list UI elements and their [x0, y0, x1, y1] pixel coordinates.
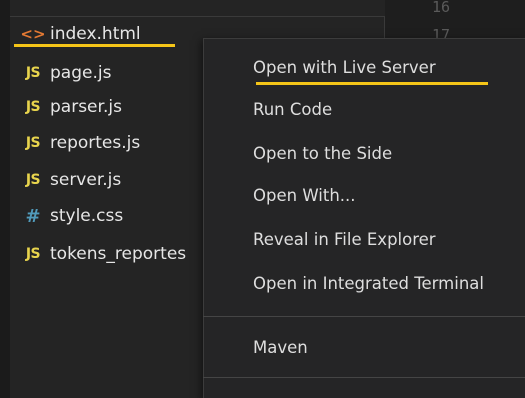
js-icon: JS [25, 135, 41, 151]
hash-icon: # [25, 205, 41, 227]
highlight-underline [14, 44, 175, 47]
menu-item-open-to-side[interactable]: Open to the Side [253, 144, 392, 163]
file-name: server.js [50, 170, 122, 190]
js-icon: JS [25, 246, 41, 262]
file-name: tokens_reportes [50, 244, 187, 264]
html-icon: <> [20, 25, 46, 43]
file-item-tokens-reportes[interactable]: JS tokens_reportes [10, 236, 210, 272]
menu-item-run-code[interactable]: Run Code [253, 100, 332, 119]
menu-item-reveal-in-explorer[interactable]: Reveal in File Explorer [253, 230, 436, 249]
file-name: page.js [50, 63, 112, 83]
menu-item-open-with[interactable]: Open With... [253, 186, 356, 205]
file-item-page-js[interactable]: JS page.js [10, 55, 210, 91]
file-item-server-js[interactable]: JS server.js [10, 162, 210, 198]
file-name: parser.js [50, 97, 122, 117]
context-menu [203, 38, 525, 398]
menu-item-maven[interactable]: Maven [253, 338, 308, 357]
file-item-style-css[interactable]: # style.css [10, 198, 210, 234]
file-name: index.html [50, 24, 141, 44]
file-item-parser-js[interactable]: JS parser.js [10, 89, 210, 125]
menu-item-open-live-server[interactable]: Open with Live Server [253, 58, 436, 77]
highlight-underline [256, 82, 488, 85]
js-icon: JS [25, 65, 41, 81]
file-name: reportes.js [50, 133, 141, 153]
line-number: 16 [432, 0, 451, 16]
js-icon: JS [25, 172, 41, 188]
file-item-reportes-js[interactable]: JS reportes.js [10, 125, 210, 161]
js-icon: JS [25, 99, 41, 115]
menu-item-open-integrated-terminal[interactable]: Open in Integrated Terminal [253, 274, 484, 293]
file-name: style.css [50, 206, 124, 226]
menu-separator [203, 316, 525, 317]
vscode-window: 16 17 <> index.html JS page.js JS parser… [0, 0, 525, 398]
menu-separator [203, 377, 525, 378]
